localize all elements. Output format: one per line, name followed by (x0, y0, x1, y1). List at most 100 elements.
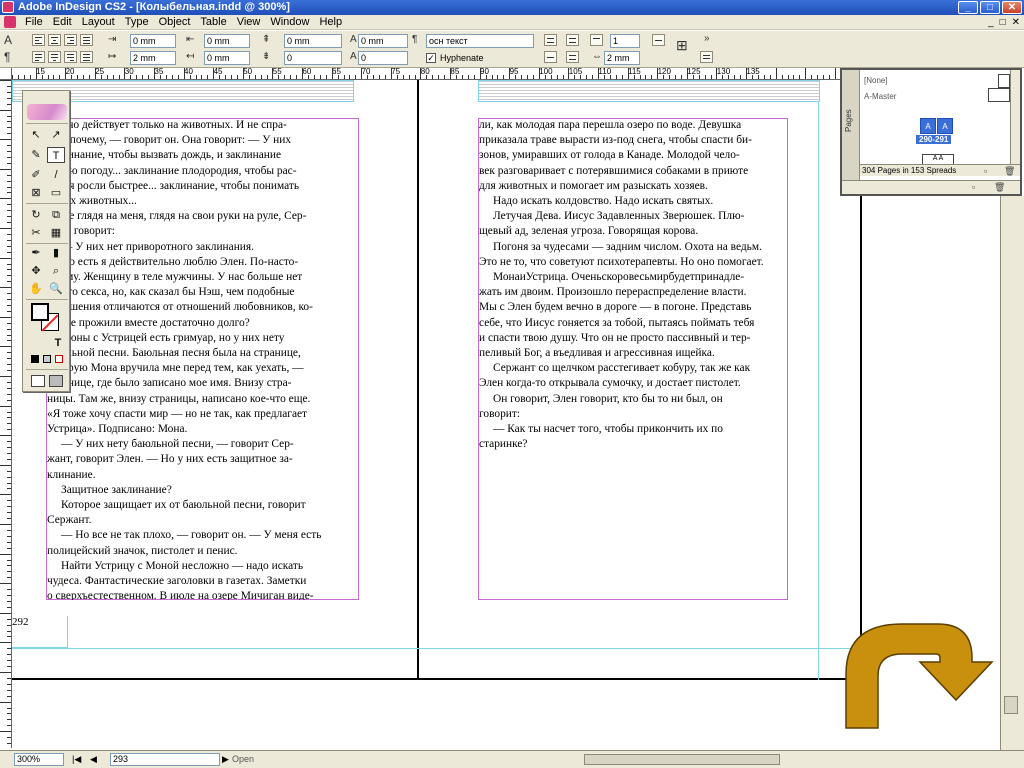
fill-stroke-swatches[interactable] (31, 303, 61, 333)
more-options-icon[interactable]: » (704, 33, 710, 44)
rotate-tool-icon[interactable]: ↻ (27, 207, 45, 223)
pencil-tool-icon[interactable]: ✐ (27, 167, 45, 183)
space-after-field[interactable]: 0 (284, 51, 342, 65)
normal-view-icon[interactable] (31, 375, 45, 387)
drop-cap-chars-field[interactable]: 0 (358, 51, 408, 65)
next-page-button[interactable]: ▶ (222, 754, 229, 765)
scissors-tool-icon[interactable]: ✂ (27, 225, 45, 241)
panel-menu-icon[interactable] (700, 51, 713, 63)
baseline-grid-on-icon[interactable] (566, 51, 579, 63)
vertical-scrollbar[interactable] (1000, 196, 1024, 750)
columns-field[interactable]: 1 (610, 34, 640, 48)
align-center-icon[interactable] (48, 34, 61, 46)
horizontal-scroll-thumb[interactable] (584, 754, 780, 765)
a-master-item[interactable]: A-Master (864, 92, 896, 101)
panel-tabs[interactable]: Pages (842, 70, 860, 194)
scale-tool-icon[interactable]: ⧉ (47, 207, 65, 223)
doc-close-button[interactable]: ✕ (1012, 17, 1020, 28)
apply-gradient-icon[interactable] (43, 355, 51, 363)
align-right-icon[interactable] (64, 34, 77, 46)
pages-tab[interactable]: Pages (844, 109, 853, 132)
rectangle-frame-tool-icon[interactable]: ⊠ (27, 185, 45, 201)
maximize-button[interactable]: □ (980, 1, 1000, 14)
character-mode-icon[interactable]: A (4, 33, 12, 47)
pages-panel-scrollbar[interactable] (1010, 70, 1020, 164)
gradient-tool-icon[interactable]: ▦ (47, 225, 65, 241)
menu-edit[interactable]: Edit (48, 15, 77, 30)
new-page-icon[interactable]: ▫ (984, 165, 987, 177)
paragraph-mode-icon[interactable]: ¶ (4, 50, 10, 64)
bullets-icon[interactable] (544, 34, 557, 46)
previous-page-button[interactable]: ◀ (90, 754, 97, 765)
apply-color-icon[interactable] (31, 355, 39, 363)
menu-window[interactable]: Window (265, 15, 314, 30)
gradient-feather-tool-icon[interactable]: ▮ (47, 245, 65, 261)
align-grid-icon[interactable] (652, 34, 665, 46)
menu-table[interactable]: Table (195, 15, 231, 30)
current-spread[interactable]: A A (920, 118, 954, 134)
align-left-icon[interactable] (32, 34, 45, 46)
preview-mode-icon[interactable] (49, 375, 63, 387)
menu-view[interactable]: View (232, 15, 266, 30)
page-number-field[interactable]: 293 (110, 753, 220, 766)
first-page-button[interactable]: |◀ (72, 754, 81, 765)
vertical-scroll-thumb[interactable] (1004, 696, 1018, 714)
menu-file[interactable]: File (20, 15, 48, 30)
selection-tool-icon[interactable]: ↖ (27, 127, 45, 143)
spread-page-left[interactable]: A (920, 118, 936, 134)
zoom-field[interactable]: 300% (14, 753, 64, 766)
minimize-button[interactable]: _ (958, 1, 978, 14)
justify-icon[interactable] (80, 34, 93, 46)
menu-type[interactable]: Type (120, 15, 154, 30)
right-indent-field[interactable]: 0 mm (204, 34, 250, 48)
zoom-tool-icon[interactable]: 🔍 (47, 281, 65, 297)
justify-left-icon[interactable] (32, 51, 45, 63)
formatting-text-icon[interactable]: T (49, 335, 67, 351)
vertical-ruler[interactable] (0, 80, 12, 748)
left-page-text[interactable]: но оно действует только на животных. И н… (47, 118, 358, 600)
eyedropper-tool-icon[interactable]: ✒ (27, 245, 45, 261)
hand-tool-icon[interactable]: ✋ (27, 281, 45, 297)
justify-all-icon[interactable] (80, 51, 93, 63)
close-button[interactable]: ✕ (1002, 1, 1022, 14)
direct-selection-tool-icon[interactable]: ↗ (47, 127, 65, 143)
spread-page-right[interactable]: A (937, 118, 953, 134)
type-tool-icon[interactable]: T (47, 147, 65, 163)
free-transform-tool-icon[interactable]: ✥ (27, 263, 45, 279)
pen-tool-icon[interactable]: ✎ (27, 147, 45, 163)
last-indent-field[interactable]: 0 mm (204, 51, 250, 65)
doc-restore-button[interactable]: □ (1000, 17, 1006, 28)
justify-right-icon[interactable] (64, 51, 77, 63)
columns-icon[interactable] (590, 34, 603, 46)
none-master-item[interactable]: [None] (864, 76, 888, 85)
menu-help[interactable]: Help (314, 15, 347, 30)
right-page-text[interactable]: ли, как молодая пара перешла озеро по во… (479, 118, 787, 600)
drop-cap-lines-field[interactable]: 0 mm (358, 34, 408, 48)
horizontal-ruler[interactable]: 15 20 25 30 35 40 45 50 55 60 65 70 75 80 85 90 95 100 105… (12, 68, 840, 80)
next-spread[interactable]: A A (922, 154, 954, 164)
first-indent-field[interactable]: 2 mm (130, 51, 176, 65)
measure-tool-icon[interactable]: ⌕ (47, 263, 65, 279)
paragraph-style-select[interactable]: осн текст (426, 34, 534, 48)
fill-swatch[interactable] (31, 303, 49, 321)
space-before-field[interactable]: 0 mm (284, 34, 342, 48)
line-tool-icon[interactable]: / (47, 167, 65, 183)
document-icon[interactable] (4, 16, 16, 28)
ruler-origin[interactable] (0, 68, 12, 80)
delete-item-icon[interactable]: 🗑 (994, 182, 1005, 193)
left-indent-field[interactable]: 0 mm (130, 34, 176, 48)
doc-minimize-button[interactable]: _ (988, 17, 994, 28)
gutter-field[interactable]: 2 mm (604, 51, 640, 65)
master-spread-thumb[interactable] (988, 88, 1010, 102)
menu-layout[interactable]: Layout (77, 15, 120, 30)
menu-object[interactable]: Object (154, 15, 196, 30)
rectangle-tool-icon[interactable]: ▭ (47, 185, 65, 201)
indesign-app-icon[interactable] (2, 1, 14, 13)
baseline-grid-off-icon[interactable] (544, 51, 557, 63)
justify-center-icon[interactable] (48, 51, 61, 63)
apply-none-icon[interactable] (55, 355, 63, 363)
hyphenate-checkbox[interactable]: ✓ (426, 53, 436, 63)
numbering-icon[interactable] (566, 34, 579, 46)
new-item-icon[interactable]: ▫ (972, 182, 975, 192)
none-page-thumb[interactable] (998, 74, 1010, 88)
